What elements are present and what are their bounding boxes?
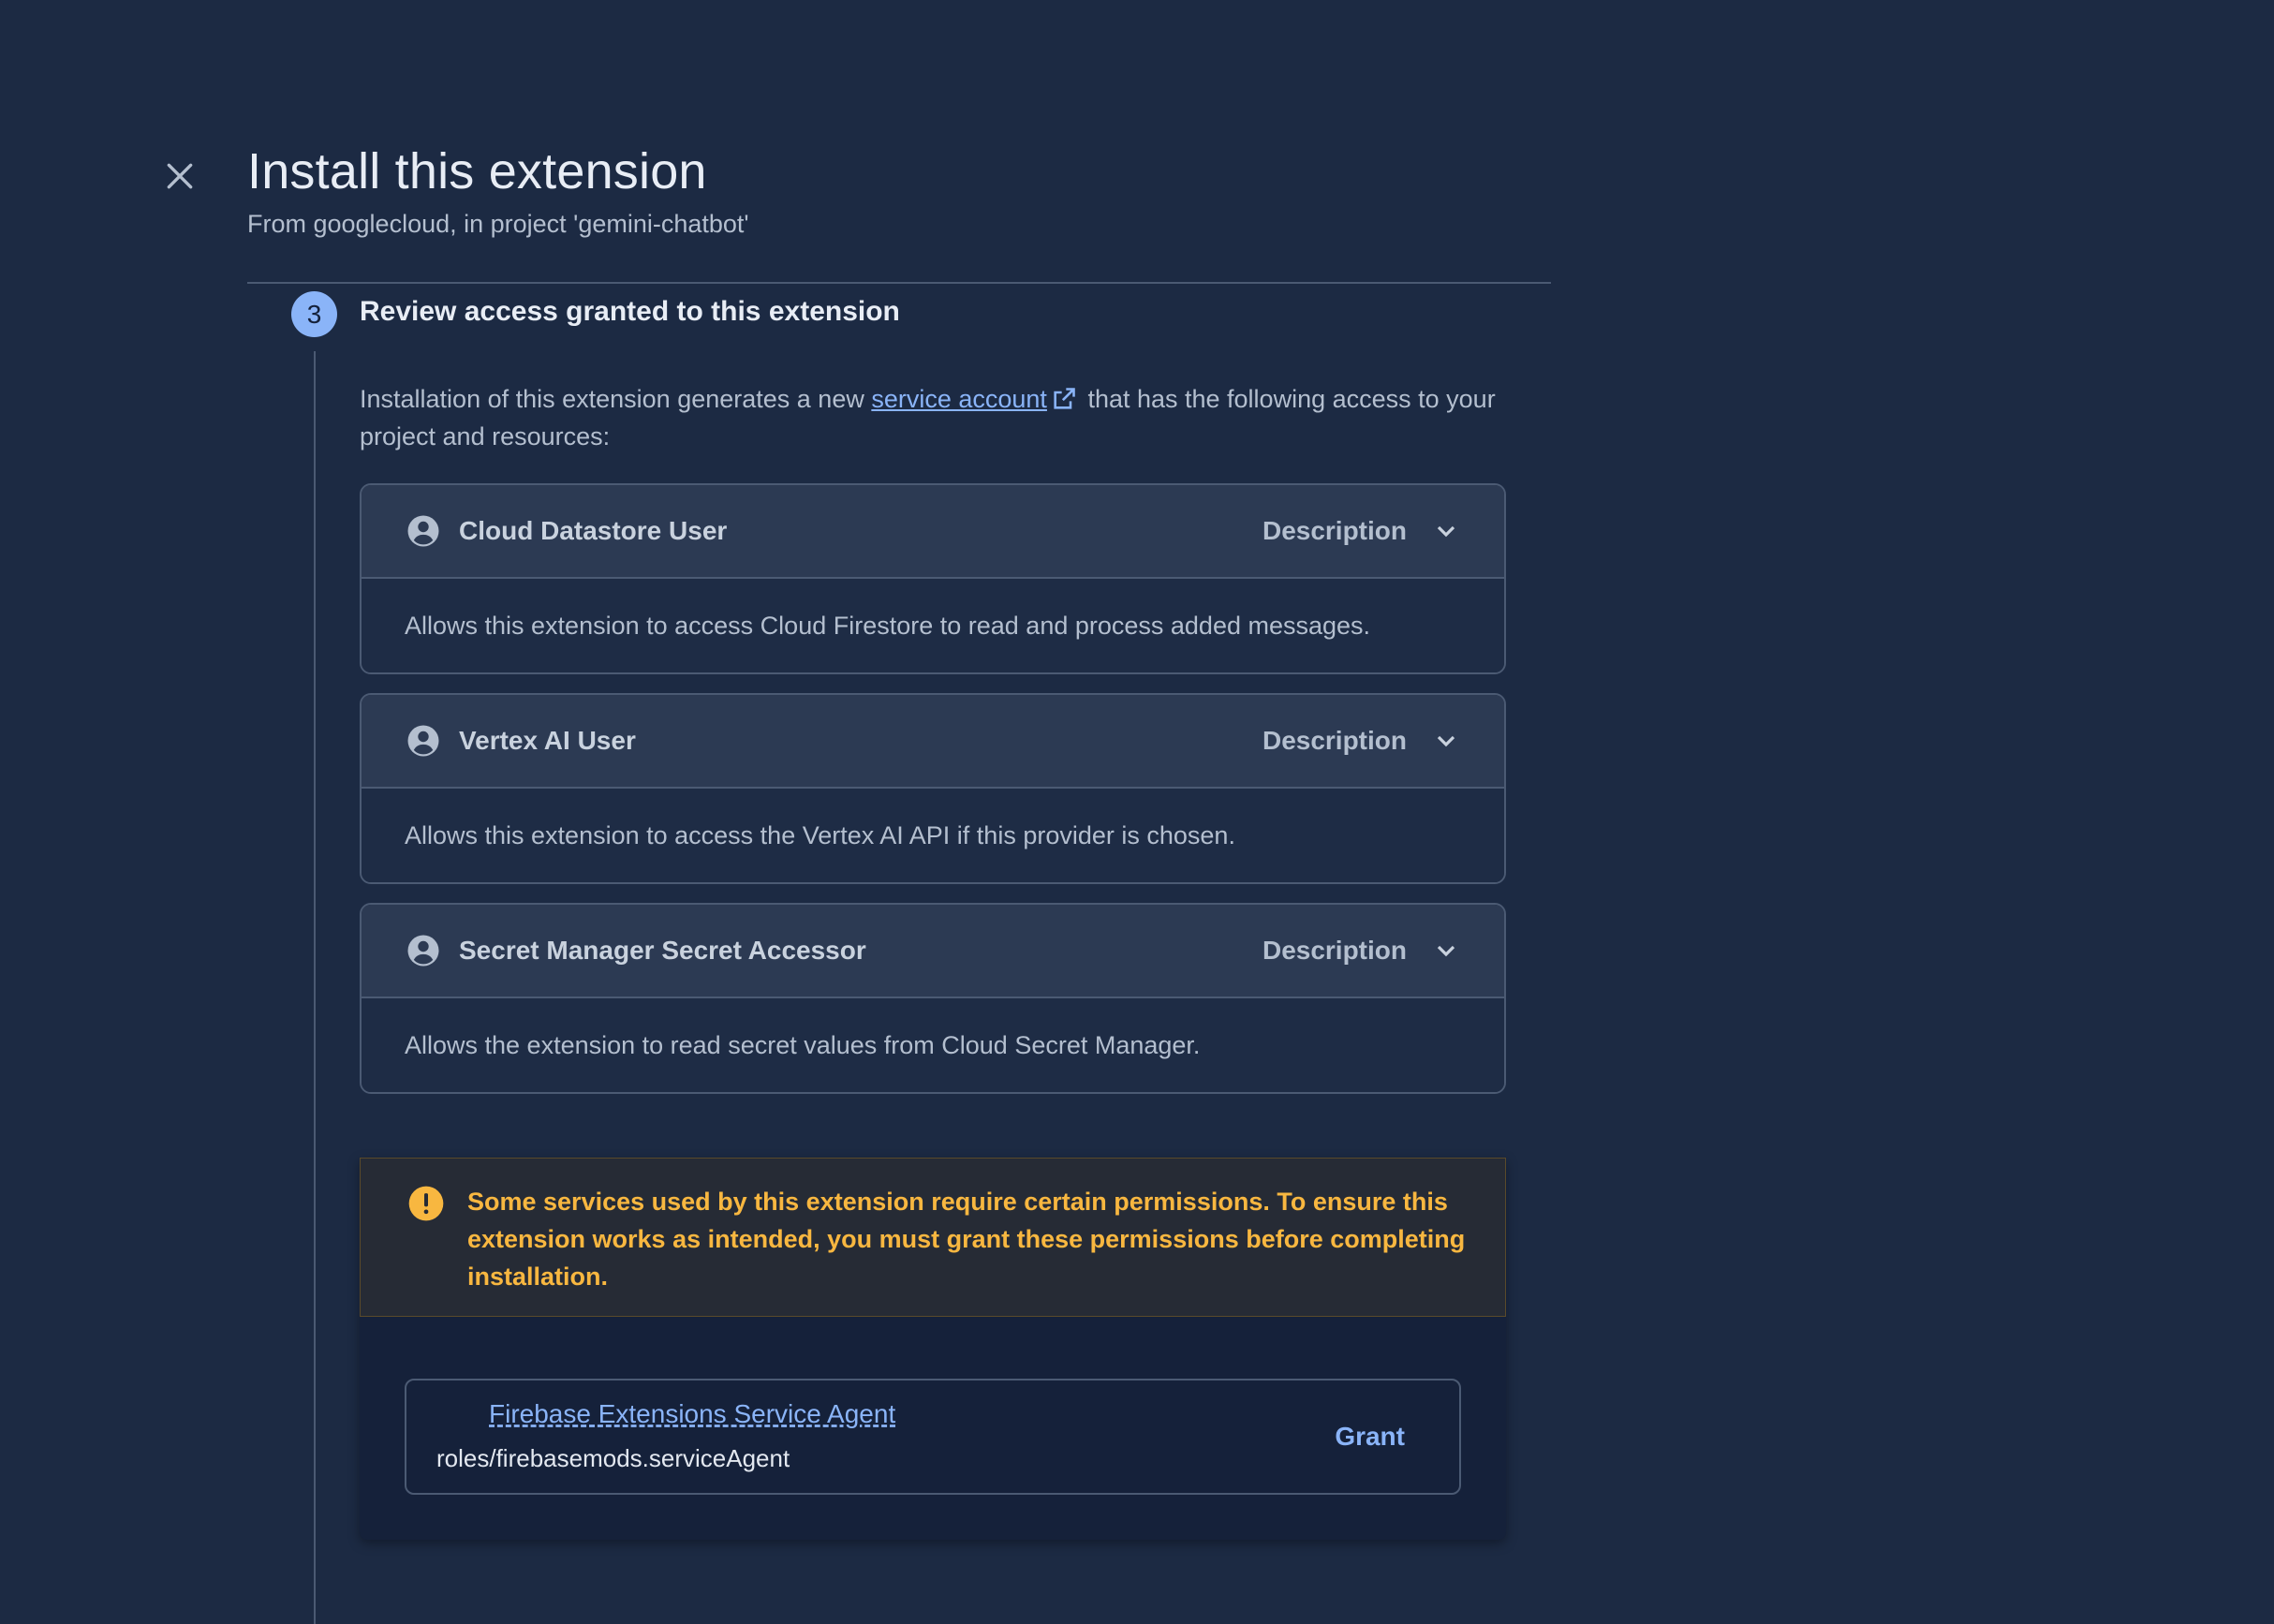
grant-permission-row: Firebase Extensions Service Agent roles/… bbox=[405, 1379, 1461, 1495]
close-icon bbox=[167, 163, 193, 189]
description-toggle-label[interactable]: Description bbox=[1263, 726, 1407, 756]
account-circle-icon bbox=[407, 935, 439, 967]
role-name: Vertex AI User bbox=[459, 726, 636, 755]
chevron-down-icon[interactable] bbox=[1431, 516, 1461, 546]
grant-button[interactable]: Grant bbox=[1318, 1416, 1422, 1457]
service-agent-link[interactable]: Firebase Extensions Service Agent bbox=[489, 1399, 895, 1429]
role-header[interactable]: Vertex AI User Description bbox=[362, 695, 1504, 789]
intro-prefix: Installation of this extension generates… bbox=[360, 385, 872, 413]
role-card-cloud-datastore-user: Cloud Datastore User Description Allows … bbox=[360, 483, 1506, 674]
close-button[interactable] bbox=[155, 152, 204, 200]
account-circle-icon bbox=[407, 515, 439, 547]
chevron-down-icon[interactable] bbox=[1431, 936, 1461, 966]
page-title: Install this extension bbox=[247, 143, 707, 199]
role-header[interactable]: Cloud Datastore User Description bbox=[362, 485, 1504, 579]
permissions-panel: Some services used by this extension req… bbox=[360, 1158, 1506, 1540]
service-account-link[interactable]: service account bbox=[871, 385, 1047, 413]
chevron-down-icon[interactable] bbox=[1431, 726, 1461, 756]
page-subtitle: From googlecloud, in project 'gemini-cha… bbox=[247, 210, 749, 238]
description-toggle-label[interactable]: Description bbox=[1263, 516, 1407, 546]
service-agent-role: roles/firebasemods.serviceAgent bbox=[436, 1444, 790, 1472]
account-circle-icon bbox=[407, 725, 439, 757]
warning-icon bbox=[408, 1186, 444, 1221]
header-divider bbox=[247, 282, 1551, 284]
permissions-warning: Some services used by this extension req… bbox=[360, 1158, 1506, 1317]
role-card-secret-manager-secret-accessor: Secret Manager Secret Accessor Descripti… bbox=[360, 903, 1506, 1094]
role-description: Allows the extension to read secret valu… bbox=[362, 998, 1504, 1092]
role-header[interactable]: Secret Manager Secret Accessor Descripti… bbox=[362, 905, 1504, 998]
role-name: Cloud Datastore User bbox=[459, 516, 728, 545]
role-name: Secret Manager Secret Accessor bbox=[459, 936, 866, 965]
role-card-vertex-ai-user: Vertex AI User Description Allows this e… bbox=[360, 693, 1506, 884]
step-title: Review access granted to this extension bbox=[360, 296, 900, 327]
role-description: Allows this extension to access the Vert… bbox=[362, 789, 1504, 882]
description-toggle-label[interactable]: Description bbox=[1263, 936, 1407, 966]
external-link-icon[interactable] bbox=[1051, 386, 1077, 412]
warning-text: Some services used by this extension req… bbox=[467, 1188, 1466, 1291]
step-number-badge: 3 bbox=[291, 291, 337, 337]
intro-text: Installation of this extension generates… bbox=[360, 380, 1521, 455]
step-connector-line bbox=[314, 351, 316, 1624]
role-description: Allows this extension to access Cloud Fi… bbox=[362, 579, 1504, 672]
